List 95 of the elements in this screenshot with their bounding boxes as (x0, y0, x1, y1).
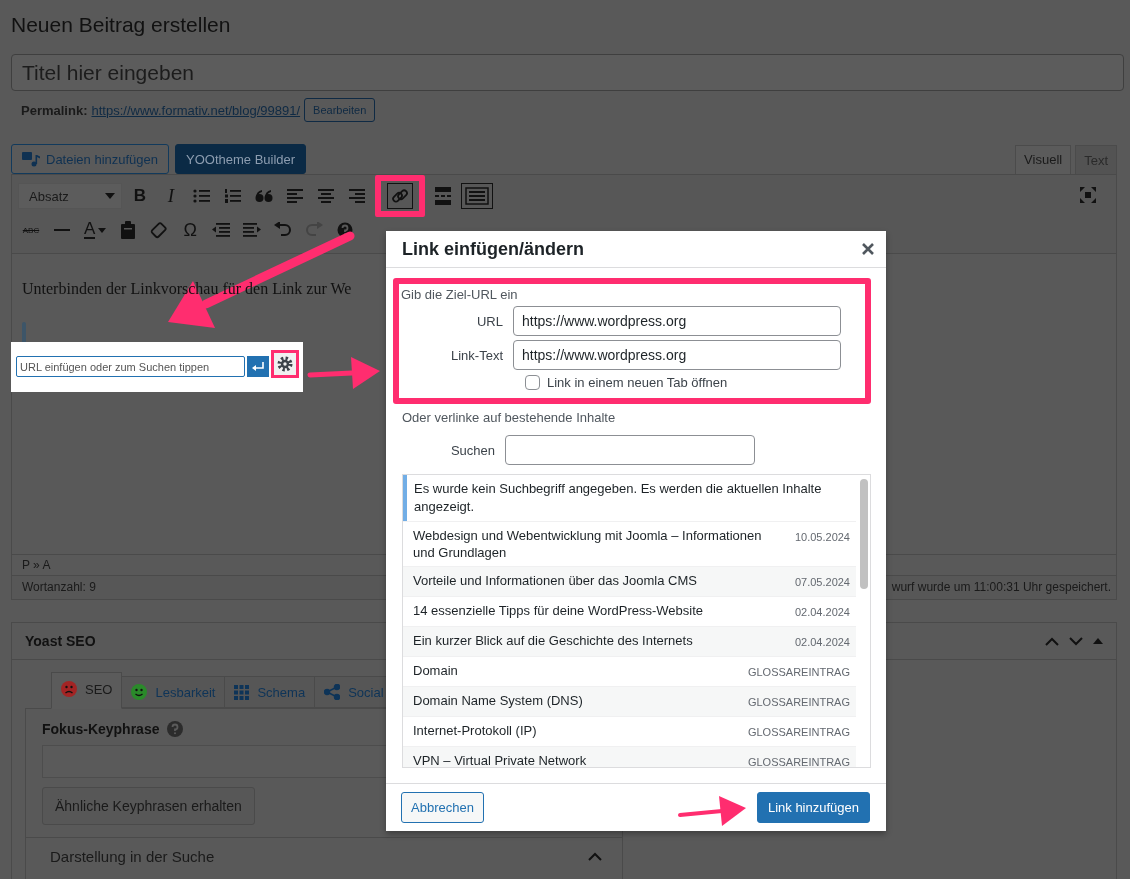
bold-button[interactable]: B (127, 183, 153, 209)
help-icon (337, 222, 354, 238)
fullscreen-icon (1080, 187, 1096, 203)
builder-button[interactable]: YOOtheme Builder (175, 144, 307, 174)
cancel-button[interactable]: Abbrechen (401, 792, 484, 823)
link-icon (391, 187, 409, 205)
result-meta: GLOSSAREINTRAG (747, 725, 850, 740)
annotation-arrow (678, 796, 746, 826)
checkbox-label: Link in einem neuen Tab öffnen (547, 375, 728, 390)
result-item[interactable]: VPN – Virtual Private Network GLOSSAREINTRAG (403, 746, 856, 767)
chevron-up-icon[interactable] (588, 852, 602, 861)
bulleted-list-icon (193, 188, 211, 204)
result-item[interactable]: Ein kurzer Blick auf die Geschichte des Internets 02.04.2024 (403, 626, 856, 656)
field-label: Suchen (449, 442, 496, 458)
edit-button[interactable]: Bearbeiten (304, 98, 376, 122)
align-right-icon (349, 188, 365, 204)
settings-button[interactable] (277, 356, 293, 372)
result-meta: 07.05.2024 (794, 575, 850, 590)
result-item[interactable]: Vorteile und Informationen über das Joomla CMS 07.05.2024 (403, 566, 856, 596)
url-field[interactable]: URL einfügen oder zum Suchen tippen (16, 356, 246, 377)
result-title: Vorteile und Informationen über das Joomla CMS (413, 572, 697, 589)
word-count: Wortanzahl: 9 (22, 580, 96, 594)
search-field[interactable] (505, 435, 755, 465)
element-path: P » A (22, 558, 51, 572)
toolbar-toggle-button[interactable] (461, 183, 493, 209)
result-title: Webdesign und Webentwicklung mit Joomla – Informationen und Grundlagen (413, 527, 763, 561)
special-character-button[interactable]: Ω (177, 217, 204, 243)
autosave-status: wurf wurde um 11:00:31 Uhr gespeichert. (891, 580, 1111, 594)
checkbox[interactable] (525, 375, 540, 390)
result-title: Ein kurzer Blick auf die Geschichte des Internets (413, 632, 693, 649)
text-field[interactable]: https://www.wordpress.org (513, 340, 841, 370)
result-title: Internet-Protokoll (IP) (413, 722, 537, 739)
dialog-title: Link einfügen/ändern (402, 238, 584, 260)
result-title: Domain (413, 662, 458, 679)
read-more-icon (435, 187, 451, 205)
outdent-icon (212, 222, 231, 238)
eraser-icon (150, 221, 169, 239)
panel-tab[interactable]: Lesbarkeit (122, 676, 226, 708)
title-field[interactable]: Titel hier eingeben (11, 54, 1124, 91)
settings-icon (277, 356, 293, 372)
grid-icon (234, 684, 250, 700)
strikethrough-button[interactable]: ABC (18, 217, 44, 243)
format-select[interactable]: Absatz (18, 183, 122, 209)
result-title: 14 essenzielle Tipps für deine WordPress-Website (413, 602, 703, 619)
share-icon (324, 684, 341, 700)
section-intro: Oder verlinke auf bestehende Inhalte (402, 410, 617, 425)
add-media-button[interactable]: Dateien hinzufügen (11, 144, 170, 174)
text-color-button[interactable]: A (80, 217, 111, 243)
result-meta: 02.04.2024 (794, 635, 850, 650)
panel-title: Yoast SEO (25, 633, 96, 649)
result-title: Domain Name System (DNS) (413, 692, 583, 709)
indent-icon (243, 222, 262, 238)
panel-tab[interactable]: SEO (51, 672, 123, 709)
apply-button[interactable] (247, 356, 269, 377)
caret-icon (105, 193, 115, 199)
align-left-icon (287, 188, 303, 204)
triangle-up-icon (1093, 638, 1103, 644)
quote-icon (255, 189, 273, 203)
page-title: Neuen Beitrag erstellen (11, 12, 232, 38)
result-item[interactable]: Domain Name System (DNS) GLOSSAREINTRAG (403, 686, 856, 716)
text-field[interactable]: https://www.wordpress.org (513, 306, 841, 336)
close-icon (862, 243, 874, 255)
permalink-label: Permalink: (21, 102, 88, 118)
result-meta: 02.04.2024 (794, 605, 850, 620)
numbered-list-icon (224, 188, 242, 204)
field-label: Link-Text (449, 347, 504, 363)
result-meta: GLOSSAREINTRAG (747, 665, 850, 680)
result-title: VPN – Virtual Private Network (413, 752, 587, 767)
insert-link-button[interactable] (387, 183, 413, 209)
help-icon (167, 721, 184, 737)
permalink-link[interactable]: https://www.formativ.net/blog/99891/ (91, 102, 301, 118)
add-link-button[interactable]: Link hinzufügen (756, 792, 870, 823)
result-meta: 10.05.2024 (794, 530, 850, 545)
keyboard-icon (465, 187, 489, 205)
align-center-icon (318, 188, 334, 204)
horizontal-line-icon (54, 229, 70, 231)
chevron-down-icon (1069, 636, 1083, 646)
editor-tab[interactable]: Visuell (1015, 145, 1072, 174)
related-keyphrases-button[interactable]: Ähnliche Keyphrasen erhalten (42, 787, 255, 825)
chevron-up-icon (1045, 636, 1059, 646)
caret-icon (98, 227, 107, 233)
section-intro: Gib die Ziel-URL ein (401, 287, 519, 302)
media-icon (22, 151, 40, 167)
panel-tab[interactable]: Schema (225, 676, 316, 708)
clipboard-icon (120, 221, 137, 239)
field-label: URL (476, 313, 504, 329)
field-label: Fokus-Keyphrase (42, 721, 160, 737)
section-title: Darstellung in der Suche (50, 848, 215, 865)
scrollbar[interactable] (860, 479, 868, 589)
close-button[interactable] (860, 241, 876, 257)
enter-icon (252, 361, 265, 372)
result-meta: GLOSSAREINTRAG (747, 695, 850, 710)
undo-icon (274, 222, 293, 238)
result-meta: GLOSSAREINTRAG (747, 755, 850, 767)
italic-button[interactable]: I (158, 183, 184, 209)
